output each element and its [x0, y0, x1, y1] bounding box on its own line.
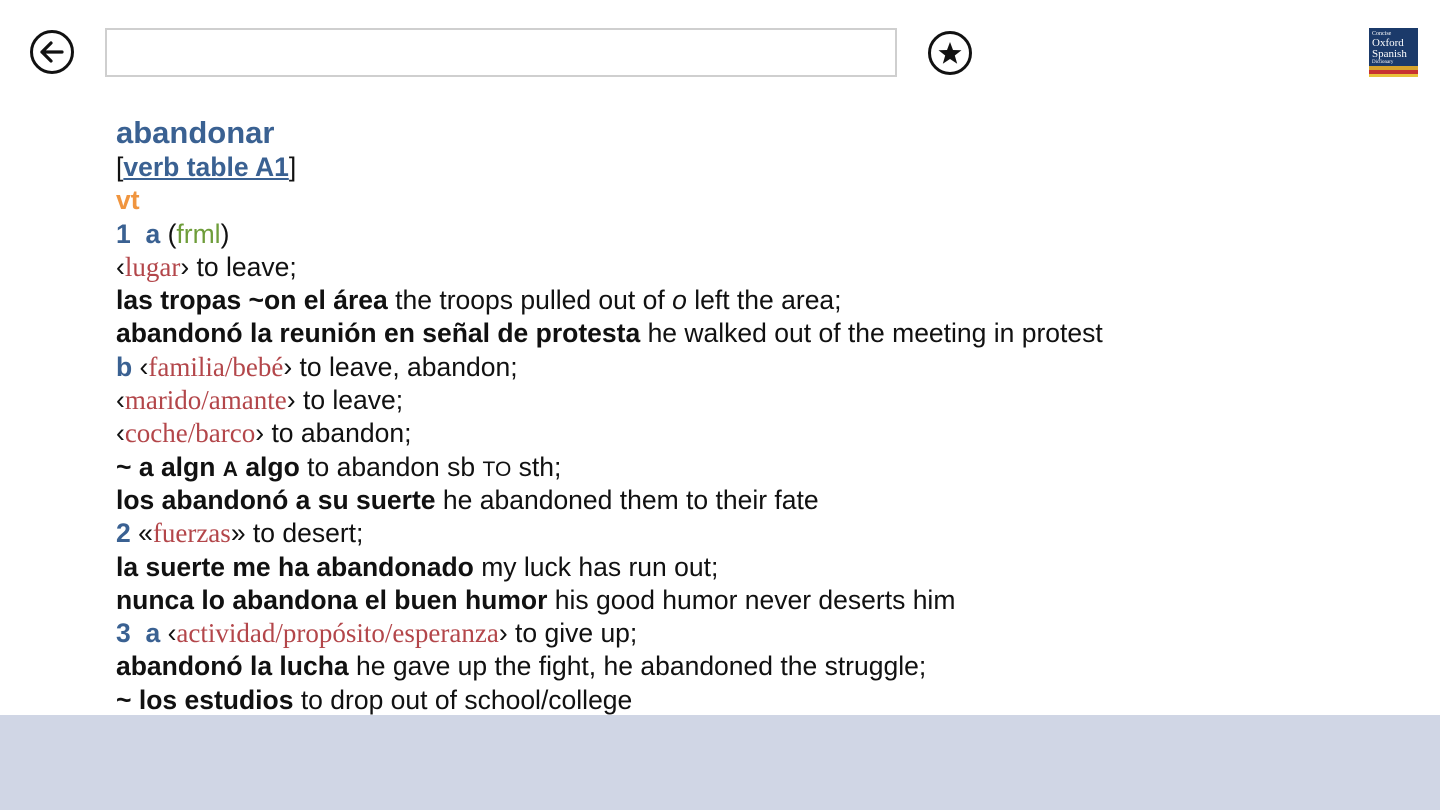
verb-table-link[interactable]: verb table A1: [123, 152, 288, 182]
construction-english: sth;: [511, 451, 562, 482]
headword: abandonar: [116, 115, 275, 150]
back-button[interactable]: [30, 30, 74, 74]
star-icon: [938, 42, 962, 64]
example-spanish: ~ los estudios: [116, 684, 294, 715]
small-caps-to: TO: [482, 457, 512, 481]
translation: to leave, abandon;: [292, 351, 518, 382]
indicator: marido/amante: [124, 385, 287, 416]
verb-table-line: [verb table A1]: [116, 152, 297, 182]
translation-line: ‹marido/amante› to leave;: [116, 385, 404, 416]
translation: to give up;: [507, 618, 638, 649]
example-spanish: las tropas ~on el área: [116, 285, 388, 316]
translation: to desert;: [245, 518, 364, 549]
subsense-letter: a: [145, 218, 161, 249]
example-spanish: la suerte me ha abandonado: [116, 551, 474, 582]
example-line: ~ los estudios to drop out of school/col…: [116, 684, 1316, 717]
favorite-button[interactable]: [928, 31, 972, 75]
search-input[interactable]: [105, 28, 897, 77]
sense-number: 3: [116, 618, 131, 649]
sense-2-header: 2 «fuerzas» to desert;: [116, 518, 364, 549]
construction-spanish: ~ a algn A algo: [116, 451, 300, 482]
example-line: los abandonó a su suerte he abandoned th…: [116, 484, 1316, 517]
part-of-speech: vt: [116, 185, 140, 216]
example-english: to drop out of school/college: [293, 684, 633, 715]
example-spanish: abandonó la reunión en señal de protesta: [116, 318, 641, 349]
example-english: he abandoned them to their fate: [435, 484, 819, 515]
indicator: fuerzas: [152, 518, 231, 549]
construction-english: to abandon sb: [299, 451, 483, 482]
example-or: o: [672, 285, 687, 316]
example-line: abandonó la lucha he gave up the fight, …: [116, 650, 1316, 683]
example-line: las tropas ~on el área the troops pulled…: [116, 284, 1316, 317]
example-english: his good humor never deserts him: [547, 584, 956, 615]
example-spanish: abandonó la lucha: [116, 651, 349, 682]
example-line: la suerte me ha abandonado my luck has r…: [116, 551, 1316, 584]
sense-number: 1: [116, 218, 131, 249]
oxford-dictionary-logo: Concise Oxford Spanish Dictionary: [1369, 28, 1418, 77]
sense-number: 2: [116, 518, 131, 549]
sense-3-header: 3 a ‹actividad/propósito/esperanza› to g…: [116, 618, 638, 649]
sense-1-header: 1 a (frml): [116, 218, 230, 249]
construction-line: ~ a algn A algo to abandon sb TO sth;: [116, 451, 1316, 484]
indicator: lugar: [124, 251, 181, 282]
example-english: my luck has run out;: [473, 551, 719, 582]
example-english: he gave up the fight, he abandoned the s…: [348, 651, 927, 682]
example-line: abandonó la reunión en señal de protesta…: [116, 317, 1316, 350]
indicator: actividad/propósito/esperanza: [176, 618, 499, 649]
bottom-app-bar: [0, 715, 1440, 810]
translation-line: ‹lugar› to leave;: [116, 251, 297, 282]
example-english: he walked out of the meeting in protest: [640, 318, 1103, 349]
translation: to leave;: [189, 251, 297, 282]
subsense-letter: a: [145, 618, 161, 649]
translation-line: b ‹familia/bebé› to leave, abandon;: [116, 351, 518, 382]
example-spanish: nunca lo abandona el buen humor: [116, 584, 548, 615]
translation: to abandon;: [264, 418, 412, 449]
example-spanish: los abandonó a su suerte: [116, 484, 436, 515]
translation-line: ‹coche/barco› to abandon;: [116, 418, 412, 449]
example-english: left the area;: [686, 285, 842, 316]
arrow-left-icon: [40, 41, 64, 63]
subsense-letter: b: [116, 351, 133, 382]
example-english: the troops pulled out of: [387, 285, 673, 316]
top-toolbar: Concise Oxford Spanish Dictionary: [0, 0, 1440, 100]
indicator: coche/barco: [124, 418, 256, 449]
register-label: frml: [176, 218, 221, 249]
indicator: familia/bebé: [148, 351, 284, 382]
translation: to leave;: [295, 385, 404, 416]
example-line: nunca lo abandona el buen humor his good…: [116, 584, 1316, 617]
dictionary-entry: abandonar [verb table A1] vt 1 a (frml) …: [116, 115, 1316, 717]
